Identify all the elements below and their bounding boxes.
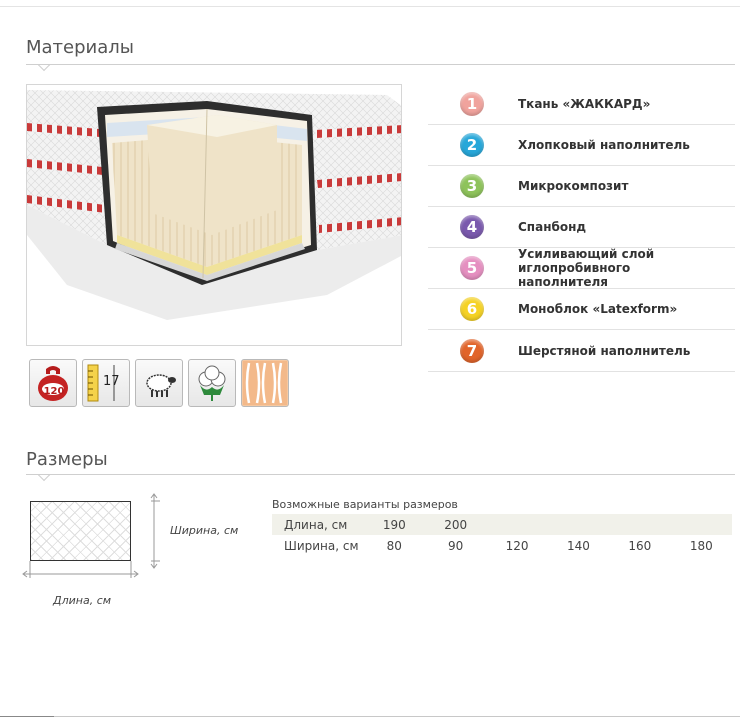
number-badge: 3 (460, 174, 484, 198)
material-item-5: 5 Усиливающий слой иглопробивного наполн… (428, 247, 735, 289)
material-item-3: 3 Микрокомпозит (428, 166, 735, 207)
row-label: Ширина, см (284, 538, 359, 553)
table-row-width: Ширина, см 80 90 120 140 160 180 (272, 535, 732, 556)
bottom-divider (0, 716, 740, 717)
cotton-icon (188, 359, 236, 407)
material-label: Спанбонд (518, 220, 587, 234)
material-item-1: 1 Ткань «ЖАККАРД» (428, 84, 735, 125)
material-label: Моноблок «Latexform» (518, 302, 678, 316)
height-ruler-icon: 17 (82, 359, 130, 407)
number-badge: 5 (460, 256, 484, 280)
material-label: Хлопковый наполнитель (518, 138, 690, 152)
table-cell: 80 (386, 538, 402, 553)
number-badge: 1 (460, 92, 484, 116)
material-item-6: 6 Моноблок «Latexform» (428, 289, 735, 330)
material-item-2: 2 Хлопковый наполнитель (428, 125, 735, 166)
mattress-cutaway-image (26, 84, 402, 346)
table-cell (486, 514, 548, 535)
sizes-table: Длина, см 190 200 Ширина, см 80 90 120 1… (272, 514, 732, 556)
material-label: Усиливающий слой иглопробивного наполнит… (518, 247, 655, 289)
length-label: Длина, см (53, 594, 112, 607)
materials-title-notch (38, 65, 50, 72)
table-cell: 180 (689, 538, 713, 553)
sizes-caption: Возможные варианты размеров (272, 498, 458, 511)
number-badge: 6 (460, 297, 484, 321)
materials-title-underline (26, 64, 735, 65)
row-label: Длина, см (272, 514, 364, 535)
material-label: Микрокомпозит (518, 179, 629, 193)
weight-kettlebell-icon: 120 (29, 359, 77, 407)
number-badge: 4 (460, 215, 484, 239)
bottom-scroll-marker (0, 716, 54, 720)
dimension-arrows (22, 493, 160, 578)
table-cell: 160 (628, 538, 652, 553)
table-cell: 190 (363, 514, 425, 535)
table-cell: 200 (424, 514, 487, 535)
table-cell (547, 514, 610, 535)
table-cell (609, 514, 671, 535)
table-cell: 120 (505, 538, 529, 553)
number-badge: 7 (460, 338, 484, 363)
height-value: 17 (103, 374, 120, 389)
material-item-4: 4 Спанбонд (428, 207, 735, 248)
material-label: Ткань «ЖАККАРД» (518, 97, 651, 111)
sizes-title-underline (26, 474, 735, 475)
latex-icon (241, 359, 289, 407)
materials-title: Материалы (26, 37, 134, 58)
sizes-title: Размеры (26, 449, 108, 470)
table-cell: 140 (567, 538, 590, 553)
sizes-title-notch (38, 475, 50, 482)
table-row-length: Длина, см 190 200 (272, 514, 732, 535)
sheep-wool-icon (135, 359, 183, 407)
material-label: Шерстяной наполнитель (518, 343, 691, 358)
table-cell: 90 (448, 538, 464, 553)
weight-value: 120 (43, 386, 65, 397)
top-divider (0, 6, 740, 7)
width-label: Ширина, см (170, 524, 239, 537)
number-badge: 2 (460, 133, 484, 157)
material-item-7: 7 Шерстяной наполнитель (428, 330, 735, 372)
table-cell (670, 514, 732, 535)
